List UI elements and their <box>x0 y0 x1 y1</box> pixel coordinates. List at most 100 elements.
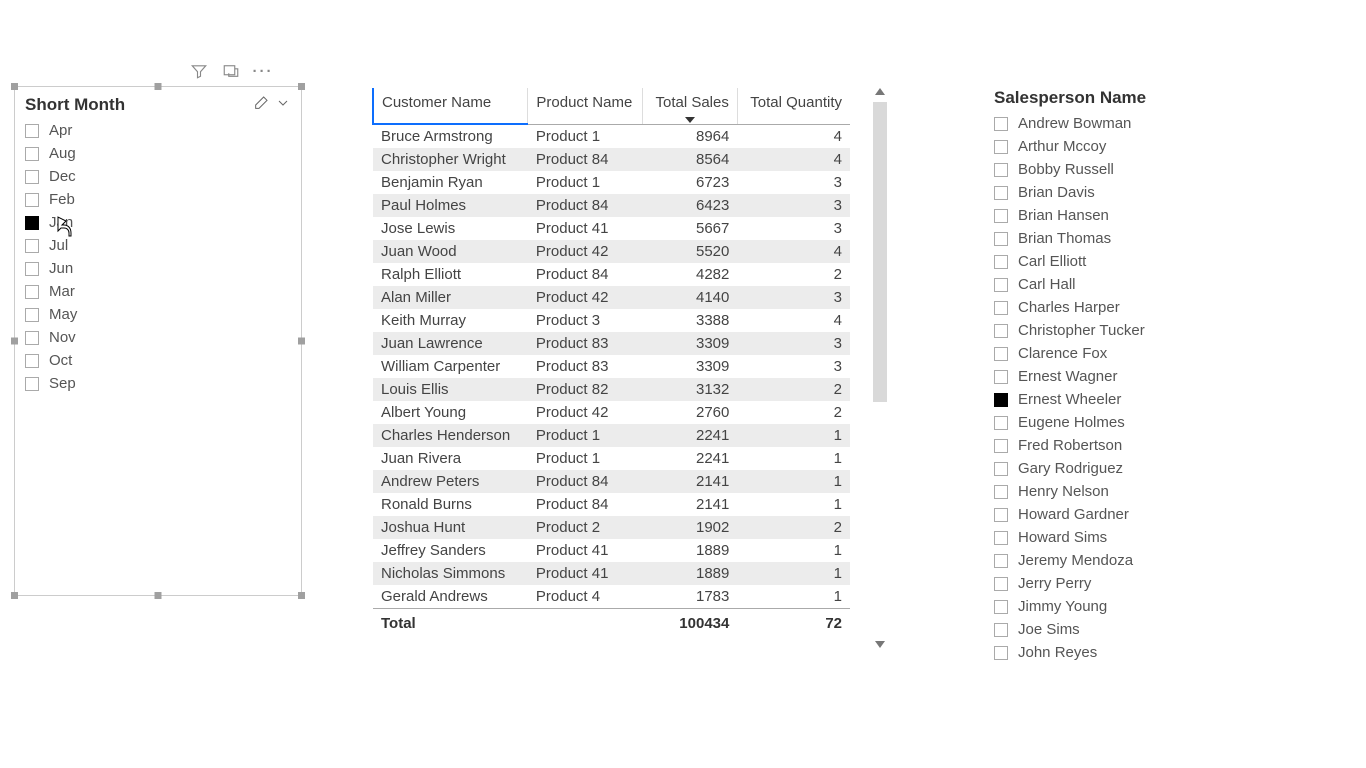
scroll-down-icon[interactable] <box>875 641 885 648</box>
salesperson-item[interactable]: Howard Gardner <box>994 503 1254 526</box>
salesperson-item[interactable]: Jerry Perry <box>994 572 1254 595</box>
col-total-quantity[interactable]: Total Quantity <box>737 88 850 124</box>
month-item-apr[interactable]: Apr <box>25 119 291 142</box>
checkbox[interactable] <box>994 232 1008 246</box>
filter-icon[interactable] <box>190 62 208 80</box>
checkbox[interactable] <box>994 324 1008 338</box>
checkbox[interactable] <box>25 285 39 299</box>
checkbox[interactable] <box>994 370 1008 384</box>
salesperson-item[interactable]: Henry Nelson <box>994 480 1254 503</box>
focus-mode-icon[interactable] <box>222 62 240 80</box>
resize-handle[interactable] <box>155 592 162 599</box>
checkbox[interactable] <box>994 255 1008 269</box>
salesperson-item[interactable]: Joe Sims <box>994 618 1254 641</box>
resize-handle[interactable] <box>11 592 18 599</box>
cell-customer: Jose Lewis <box>373 217 528 240</box>
salesperson-item[interactable]: Carl Hall <box>994 273 1254 296</box>
checkbox[interactable] <box>994 416 1008 430</box>
checkbox[interactable] <box>25 239 39 253</box>
checkbox[interactable] <box>25 170 39 184</box>
checkbox[interactable] <box>994 439 1008 453</box>
checkbox[interactable] <box>25 354 39 368</box>
month-item-sep[interactable]: Sep <box>25 372 291 395</box>
month-item-jan[interactable]: Jan <box>25 211 291 234</box>
salesperson-item[interactable]: Carl Elliott <box>994 250 1254 273</box>
resize-handle[interactable] <box>155 83 162 90</box>
month-item-feb[interactable]: Feb <box>25 188 291 211</box>
month-item-jun[interactable]: Jun <box>25 257 291 280</box>
salesperson-item[interactable]: Ernest Wagner <box>994 365 1254 388</box>
checkbox[interactable] <box>25 377 39 391</box>
month-item-nov[interactable]: Nov <box>25 326 291 349</box>
checkbox[interactable] <box>994 278 1008 292</box>
checkbox[interactable] <box>994 485 1008 499</box>
table-scrollbar[interactable] <box>874 88 886 648</box>
salesperson-item[interactable]: Howard Sims <box>994 526 1254 549</box>
col-total-sales[interactable]: Total Sales <box>643 88 738 124</box>
checkbox[interactable] <box>994 347 1008 361</box>
checkbox[interactable] <box>25 331 39 345</box>
salesperson-item[interactable]: Brian Hansen <box>994 204 1254 227</box>
salesperson-item[interactable]: Fred Robertson <box>994 434 1254 457</box>
salesperson-item[interactable]: Clarence Fox <box>994 342 1254 365</box>
checkbox[interactable] <box>994 646 1008 660</box>
checkbox[interactable] <box>994 301 1008 315</box>
scroll-up-icon[interactable] <box>875 88 885 95</box>
checkbox[interactable] <box>994 140 1008 154</box>
resize-handle[interactable] <box>298 83 305 90</box>
salesperson-item-label: Gary Rodriguez <box>1018 460 1123 477</box>
checkbox[interactable] <box>994 163 1008 177</box>
salesperson-item-label: Arthur Mccoy <box>1018 138 1106 155</box>
salesperson-item[interactable]: Andrew Bowman <box>994 112 1254 135</box>
salesperson-item[interactable]: Brian Davis <box>994 181 1254 204</box>
col-customer-name[interactable]: Customer Name <box>373 88 528 124</box>
salesperson-item[interactable]: Christopher Tucker <box>994 319 1254 342</box>
salesperson-item[interactable]: Eugene Holmes <box>994 411 1254 434</box>
resize-handle[interactable] <box>298 338 305 345</box>
checkbox[interactable] <box>994 186 1008 200</box>
salesperson-item[interactable]: Ernest Wheeler <box>994 388 1254 411</box>
checkbox[interactable] <box>994 600 1008 614</box>
checkbox[interactable] <box>25 216 39 230</box>
salesperson-item[interactable]: Arthur Mccoy <box>994 135 1254 158</box>
checkbox[interactable] <box>994 577 1008 591</box>
checkbox[interactable] <box>994 462 1008 476</box>
month-item-oct[interactable]: Oct <box>25 349 291 372</box>
resize-handle[interactable] <box>11 338 18 345</box>
salesperson-item[interactable]: Brian Thomas <box>994 227 1254 250</box>
more-options-icon[interactable]: ··· <box>254 62 272 80</box>
eraser-icon[interactable] <box>253 95 269 115</box>
month-item-aug[interactable]: Aug <box>25 142 291 165</box>
chevron-down-icon[interactable] <box>275 95 291 115</box>
checkbox[interactable] <box>994 508 1008 522</box>
month-item-dec[interactable]: Dec <box>25 165 291 188</box>
salesperson-item[interactable]: Jeremy Mendoza <box>994 549 1254 572</box>
visual-header-icons: ··· <box>190 62 272 80</box>
checkbox[interactable] <box>25 262 39 276</box>
checkbox[interactable] <box>25 124 39 138</box>
checkbox[interactable] <box>994 531 1008 545</box>
cell-qty: 3 <box>737 355 850 378</box>
checkbox[interactable] <box>25 147 39 161</box>
salesperson-item[interactable]: Jimmy Young <box>994 595 1254 618</box>
checkbox[interactable] <box>994 209 1008 223</box>
salesperson-item-label: Howard Gardner <box>1018 506 1129 523</box>
col-product-name[interactable]: Product Name <box>528 88 643 124</box>
cell-customer: Keith Murray <box>373 309 528 332</box>
salesperson-item[interactable]: John Reyes <box>994 641 1254 664</box>
checkbox[interactable] <box>994 393 1008 407</box>
resize-handle[interactable] <box>11 83 18 90</box>
checkbox[interactable] <box>994 117 1008 131</box>
salesperson-item[interactable]: Gary Rodriguez <box>994 457 1254 480</box>
checkbox[interactable] <box>994 623 1008 637</box>
salesperson-item[interactable]: Charles Harper <box>994 296 1254 319</box>
month-item-jul[interactable]: Jul <box>25 234 291 257</box>
resize-handle[interactable] <box>298 592 305 599</box>
checkbox[interactable] <box>25 308 39 322</box>
scroll-thumb[interactable] <box>873 102 887 402</box>
month-item-may[interactable]: May <box>25 303 291 326</box>
month-item-mar[interactable]: Mar <box>25 280 291 303</box>
checkbox[interactable] <box>25 193 39 207</box>
salesperson-item[interactable]: Bobby Russell <box>994 158 1254 181</box>
checkbox[interactable] <box>994 554 1008 568</box>
